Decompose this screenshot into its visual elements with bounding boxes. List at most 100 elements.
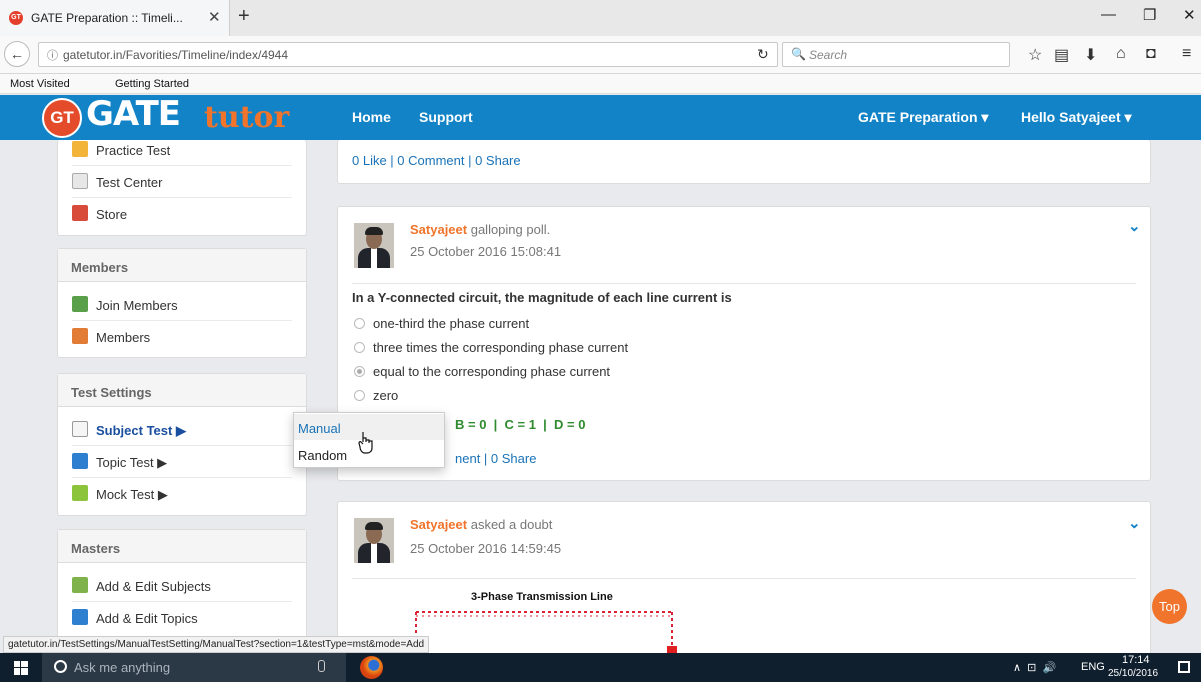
sidebar-item-mock-test[interactable]: Mock Test ▶ [72, 478, 292, 510]
option-label: one-third the phase current [373, 316, 530, 331]
doubt-card: Satyajeet asked a doubt 25 October 2016 … [337, 501, 1151, 662]
people-icon [72, 328, 88, 344]
browser-search-input[interactable]: 🔍 Search [782, 42, 1010, 67]
doubt-image-title: 3-Phase Transmission Line [471, 591, 613, 603]
site-favicon-icon: GT [9, 11, 23, 25]
nav-home[interactable]: Home [352, 109, 391, 125]
download-icon[interactable]: ⬇ [1084, 45, 1097, 65]
microphone-icon[interactable] [318, 660, 325, 672]
nav-support[interactable]: Support [419, 109, 473, 125]
sidebar-item-label: Practice Test [96, 143, 171, 158]
post-stats[interactable]: 0 Like | 0 Comment | 0 Share [352, 153, 521, 168]
notepad-icon [72, 141, 88, 157]
pocket-icon[interactable]: ◘ [1146, 45, 1156, 63]
sidebar-item-test-center[interactable]: Test Center [72, 166, 292, 198]
sidebar-item-label: Members [96, 330, 151, 345]
post-action: asked a doubt [470, 517, 553, 532]
poll-option[interactable]: one-third the phase current [354, 316, 529, 331]
taskbar-search-placeholder: Ask me anything [74, 660, 171, 675]
poll-option[interactable]: zero [354, 388, 398, 403]
poll-option[interactable]: three times the corresponding phase curr… [354, 340, 628, 355]
reading-list-icon[interactable]: ▤ [1054, 45, 1069, 65]
people-add-icon [72, 296, 88, 312]
post-date: 25 October 2016 14:59:45 [410, 541, 562, 556]
language-indicator[interactable]: ENG [1081, 661, 1105, 673]
new-tab-button[interactable]: + [238, 5, 250, 28]
sidebar-item-members[interactable]: Members [72, 321, 292, 353]
sidebar-item-label: Mock Test ▶ [96, 487, 168, 502]
sidebar-item-label: Add & Edit Subjects [96, 579, 211, 594]
radio-button[interactable] [354, 390, 365, 401]
home-icon[interactable]: ⌂ [1116, 45, 1126, 63]
chevron-down-icon[interactable]: ⌄ [1128, 217, 1141, 235]
sidebar-item-practice-test[interactable]: Practice Test [72, 134, 292, 166]
bookmark-most-visited[interactable]: Most Visited [10, 78, 70, 90]
writing-icon [72, 485, 88, 501]
subjects-icon [72, 577, 88, 593]
status-url-tooltip: gatetutor.in/TestSettings/ManualTestSett… [3, 636, 430, 653]
restore-icon[interactable]: ❐ [1143, 6, 1156, 24]
panel-title: Members [58, 249, 306, 282]
panel-title: Test Settings [58, 374, 306, 407]
sidebar-item-label: Subject Test ▶ [96, 423, 186, 438]
sidebar-item-subject-test[interactable]: Subject Test ▶ [72, 414, 292, 446]
test-center-icon [72, 173, 88, 189]
sidebar-item-join-members[interactable]: Join Members [72, 289, 292, 321]
sidebar-item-add-edit-subjects[interactable]: Add & Edit Subjects [72, 570, 292, 602]
sidebar-panel-test-settings: Test Settings Subject Test ▶ Topic Test … [57, 373, 307, 516]
browser-tab[interactable]: GT GATE Preparation :: Timeli... ✕ [0, 0, 230, 36]
browser-nav-bar: ← ⓘ gatetutor.in/Favorities/Timeline/ind… [0, 36, 1201, 74]
tab-close-icon[interactable]: ✕ [208, 8, 221, 26]
menu-icon[interactable]: ≡ [1182, 45, 1191, 63]
reload-icon[interactable]: ↻ [757, 46, 769, 63]
close-window-icon[interactable]: ✕ [1183, 6, 1196, 24]
system-tray-icons[interactable]: ∧ ⊡ 🔊 [1013, 661, 1056, 674]
minimize-icon[interactable]: — [1101, 6, 1116, 23]
post-date: 25 October 2016 15:08:41 [410, 244, 562, 259]
sidebar-item-add-edit-topics[interactable]: Add & Edit Topics [72, 602, 292, 634]
avatar[interactable] [354, 518, 394, 563]
firefox-taskbar-icon[interactable] [360, 656, 383, 679]
chevron-down-icon[interactable]: ⌄ [1128, 514, 1141, 532]
post-card: 0 Like | 0 Comment | 0 Share [337, 140, 1151, 184]
sidebar-item-label: Topic Test ▶ [96, 455, 168, 470]
back-button[interactable]: ← [4, 41, 30, 67]
post-stats[interactable]: nent | 0 Share [455, 451, 536, 466]
poll-question: In a Y-connected circuit, the magnitude … [352, 290, 732, 305]
search-placeholder: Search [809, 48, 848, 62]
bookmarks-bar: Most Visited Getting Started [0, 74, 1201, 94]
notifications-icon[interactable] [1178, 661, 1190, 673]
user-menu[interactable]: Hello Satyajeet ▾ [1021, 109, 1132, 126]
bookmark-star-icon[interactable]: ☆ [1028, 45, 1042, 65]
sidebar-item-store[interactable]: Store [72, 198, 292, 230]
poll-option[interactable]: equal to the corresponding phase current [354, 364, 610, 379]
windows-start-icon[interactable] [14, 661, 28, 675]
cortana-icon [54, 660, 67, 673]
url-bar[interactable]: ⓘ gatetutor.in/Favorities/Timeline/index… [38, 42, 778, 67]
site-info-icon[interactable]: ⓘ [47, 47, 58, 63]
option-label: three times the corresponding phase curr… [373, 340, 629, 355]
edit-icon [72, 453, 88, 469]
browser-tab-bar: GT GATE Preparation :: Timeli... ✕ + — ❐… [0, 0, 1201, 36]
clock-date[interactable]: 25/10/2016 [1108, 668, 1158, 679]
cortana-search-input[interactable]: Ask me anything [42, 653, 346, 682]
radio-button[interactable] [354, 342, 365, 353]
sidebar-item-label: Test Center [96, 175, 163, 190]
radio-button-selected[interactable] [354, 366, 365, 377]
url-text[interactable]: gatetutor.in/Favorities/Timeline/index/4… [63, 48, 288, 62]
panel-title: Masters [58, 530, 306, 563]
scroll-top-button[interactable]: Top [1152, 589, 1187, 624]
logo-badge: GT [42, 98, 82, 138]
gate-preparation-menu[interactable]: GATE Preparation ▾ [858, 109, 988, 126]
avatar[interactable] [354, 223, 394, 268]
author-name[interactable]: Satyajeet [410, 222, 467, 237]
bookmark-getting-started[interactable]: Getting Started [115, 78, 189, 90]
sidebar-item-topic-test[interactable]: Topic Test ▶ [72, 446, 292, 478]
divider [352, 283, 1136, 284]
clock-time[interactable]: 17:14 [1122, 654, 1150, 666]
edit-icon [72, 609, 88, 625]
radio-button[interactable] [354, 318, 365, 329]
sidebar-item-label: Join Members [96, 298, 178, 313]
author-name[interactable]: Satyajeet [410, 517, 467, 532]
post-header: Satyajeet asked a doubt [410, 517, 552, 532]
